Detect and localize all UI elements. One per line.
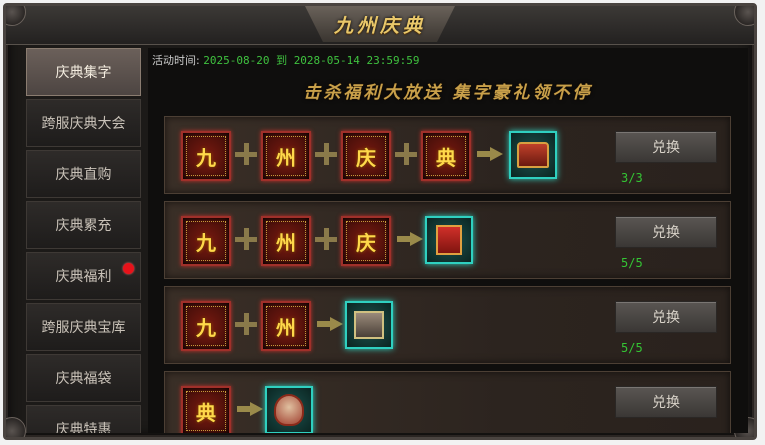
arrow-right-icon <box>237 402 263 416</box>
event-window: 九州庆典 庆典集字 跨服庆典大会 庆典直购 庆典累充 庆典福利 跨服庆典宝库 庆… <box>3 3 757 440</box>
character-label: 九 <box>196 315 216 340</box>
character-item[interactable]: 九 <box>181 131 231 181</box>
plus-icon <box>315 143 337 165</box>
character-item[interactable]: 州 <box>261 216 311 266</box>
character-label: 典 <box>436 145 456 170</box>
character-label: 州 <box>276 315 296 340</box>
tab-label: 庆典累充 <box>55 218 112 234</box>
tab-collect-characters[interactable]: 庆典集字 <box>26 48 141 96</box>
exchange-row: 九 州 庆 典 兑换 3/3 <box>164 116 731 194</box>
notification-dot-icon <box>123 263 134 274</box>
exchange-count: 3/3 <box>621 171 643 185</box>
activity-time-label: 活动时间: <box>152 54 200 67</box>
character-label: 庆 <box>356 145 376 170</box>
character-item[interactable]: 九 <box>181 216 231 266</box>
title-plate: 九州庆典 <box>305 6 455 42</box>
arrow-right-icon <box>317 317 343 331</box>
character-item[interactable]: 庆 <box>341 131 391 181</box>
exchange-button[interactable]: 兑换 <box>615 131 717 163</box>
tab-label: 庆典直购 <box>55 167 112 183</box>
character-item[interactable]: 州 <box>261 131 311 181</box>
plus-icon <box>395 143 417 165</box>
arrow-right-icon <box>477 147 503 161</box>
exchange-button[interactable]: 兑换 <box>615 301 717 333</box>
sidebar: 庆典集字 跨服庆典大会 庆典直购 庆典累充 庆典福利 跨服庆典宝库 庆典福袋 庆… <box>24 48 141 433</box>
plus-icon <box>235 143 257 165</box>
exchange-count: 5/5 <box>621 256 643 270</box>
warrior-portrait-icon[interactable] <box>265 386 313 433</box>
character-label: 九 <box>196 230 216 255</box>
character-item[interactable]: 庆 <box>341 216 391 266</box>
character-label: 九 <box>196 145 216 170</box>
character-item[interactable]: 州 <box>261 301 311 351</box>
exchange-button[interactable]: 兑换 <box>615 216 717 248</box>
plus-icon <box>235 313 257 335</box>
plus-icon <box>235 228 257 250</box>
tab-special-offer[interactable]: 庆典特惠 <box>26 405 141 433</box>
tab-cross-server-celebration[interactable]: 跨服庆典大会 <box>26 99 141 147</box>
arrow-right-icon <box>397 232 423 246</box>
exchange-count: 5/5 <box>621 341 643 355</box>
tab-cumulative-recharge[interactable]: 庆典累充 <box>26 201 141 249</box>
corner-ornament-icon <box>6 417 26 437</box>
plus-icon <box>315 228 337 250</box>
red-book-icon[interactable] <box>425 216 473 264</box>
activity-slogan: 击杀福利大放送 集字豪礼领不停 <box>303 83 593 103</box>
character-label: 典 <box>196 400 216 425</box>
tab-label: 庆典福利 <box>55 269 112 285</box>
character-label: 州 <box>276 230 296 255</box>
treasure-chest-icon[interactable] <box>509 131 557 179</box>
tab-cross-server-treasury[interactable]: 跨服庆典宝库 <box>26 303 141 351</box>
character-label: 庆 <box>356 230 376 255</box>
tab-label: 庆典特惠 <box>55 422 112 433</box>
character-item[interactable]: 九 <box>181 301 231 351</box>
character-item[interactable]: 典 <box>181 386 231 433</box>
tab-label: 跨服庆典宝库 <box>41 320 126 336</box>
exchange-row: 典 兑换 <box>164 371 731 433</box>
title-bar: 九州庆典 <box>6 6 754 45</box>
activity-time-range: 2025-08-20 到 2028-05-14 23:59:59 <box>203 54 420 67</box>
character-item[interactable]: 典 <box>421 131 471 181</box>
gift-box-icon[interactable] <box>345 301 393 349</box>
character-label: 州 <box>276 145 296 170</box>
exchange-panel: 活动时间: 2025-08-20 到 2028-05-14 23:59:59 击… <box>148 48 748 433</box>
window-title: 九州庆典 <box>333 14 426 37</box>
activity-time: 活动时间: 2025-08-20 到 2028-05-14 23:59:59 <box>152 52 420 68</box>
exchange-button[interactable]: 兑换 <box>615 386 717 418</box>
tab-label: 庆典集字 <box>55 65 112 81</box>
tab-welfare[interactable]: 庆典福利 <box>26 252 141 300</box>
tab-label: 跨服庆典大会 <box>41 116 126 132</box>
exchange-row: 九 州 庆 兑换 5/5 <box>164 201 731 279</box>
tab-lucky-bag[interactable]: 庆典福袋 <box>26 354 141 402</box>
tab-label: 庆典福袋 <box>55 371 112 387</box>
tab-direct-purchase[interactable]: 庆典直购 <box>26 150 141 198</box>
exchange-row: 九 州 兑换 5/5 <box>164 286 731 364</box>
